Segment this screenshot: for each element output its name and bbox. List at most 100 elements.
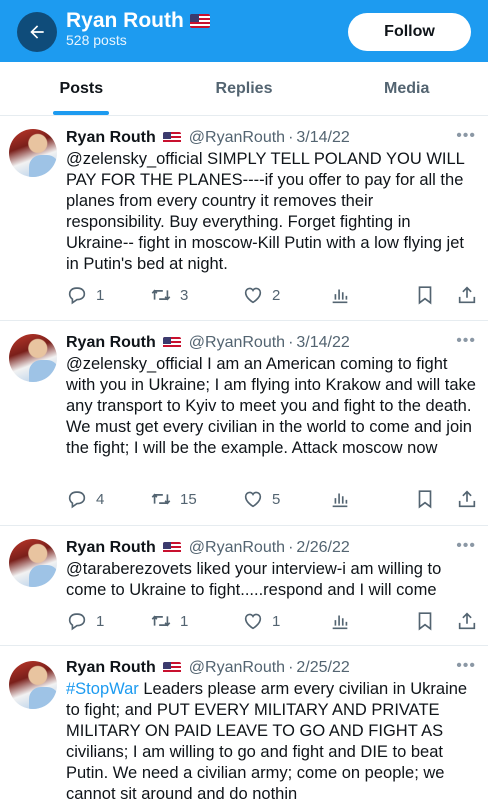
follow-button[interactable]: Follow <box>348 13 471 51</box>
reply-count: 1 <box>96 612 105 630</box>
views-button[interactable] <box>329 283 351 307</box>
share-icon <box>458 490 476 508</box>
more-dots-icon[interactable]: ••• <box>456 537 476 555</box>
heart-icon <box>244 613 262 630</box>
share-icon <box>458 286 476 304</box>
author-name[interactable]: Ryan Routh <box>66 334 156 352</box>
separator: · <box>288 129 294 146</box>
author-name[interactable]: Ryan Routh <box>66 539 156 557</box>
like-button[interactable]: 5 <box>242 487 280 511</box>
reply-icon <box>68 287 86 305</box>
us-flag-icon <box>162 132 181 144</box>
tab-replies[interactable]: Replies <box>163 62 326 115</box>
author-handle[interactable]: @RyanRouth <box>189 129 285 147</box>
tweet-date[interactable]: 3/14/22 <box>296 334 349 352</box>
profile-title: Ryan Routh <box>66 9 210 33</box>
us-flag-icon <box>189 14 210 28</box>
author-handle[interactable]: @RyanRouth <box>189 539 285 557</box>
post-count: 528 posts <box>66 32 127 48</box>
reply-button[interactable]: 1 <box>66 609 104 633</box>
share-button[interactable] <box>456 609 478 633</box>
us-flag-icon <box>162 662 181 674</box>
more-dots-icon[interactable]: ••• <box>456 332 476 350</box>
profile-header: Ryan Routh 528 posts Follow <box>0 0 488 62</box>
us-flag-icon <box>162 542 181 554</box>
retweet-count: 15 <box>180 490 197 508</box>
like-button[interactable]: 2 <box>242 283 280 307</box>
tweet-actions: 1 1 1 <box>66 609 476 633</box>
bookmark-button[interactable] <box>414 609 436 633</box>
bookmark-icon <box>418 286 432 305</box>
tweet-header: Ryan Routh @RyanRouth · 3/14/22 <box>66 127 488 149</box>
views-button[interactable] <box>329 487 351 511</box>
views-icon <box>332 289 348 304</box>
heart-icon <box>244 287 262 304</box>
like-count: 1 <box>272 612 281 630</box>
reply-count: 1 <box>96 286 105 304</box>
reply-button[interactable]: 1 <box>66 283 104 307</box>
tweet-date[interactable]: 3/14/22 <box>296 129 349 147</box>
like-button[interactable]: 1 <box>242 609 280 633</box>
tweet[interactable]: Ryan Routh @RyanRouth · 3/14/22 ••• @zel… <box>0 117 488 321</box>
bookmark-button[interactable] <box>414 487 436 511</box>
retweet-count: 1 <box>180 612 189 630</box>
heart-icon <box>244 491 262 508</box>
author-handle[interactable]: @RyanRouth <box>189 334 285 352</box>
tweet-header: Ryan Routh @RyanRouth · 2/25/22 <box>66 657 488 679</box>
separator: · <box>288 539 294 556</box>
retweet-button[interactable]: 15 <box>150 487 197 511</box>
retweet-count: 3 <box>180 286 189 304</box>
author-name[interactable]: Ryan Routh <box>66 659 156 677</box>
tweet-text: @zelensky_official I am an American comi… <box>66 355 476 457</box>
tweet[interactable]: Ryan Routh @RyanRouth · 2/25/22 ••• #Sto… <box>0 647 488 800</box>
bookmark-icon <box>418 490 432 509</box>
reply-count: 4 <box>96 490 105 508</box>
share-icon <box>458 612 476 630</box>
author-handle[interactable]: @RyanRouth <box>189 659 285 677</box>
share-button[interactable] <box>456 283 478 307</box>
avatar[interactable] <box>9 539 57 587</box>
tweet-actions: 1 3 2 <box>66 283 476 307</box>
retweet-icon <box>151 493 171 505</box>
avatar[interactable] <box>9 334 57 382</box>
tab-media[interactable]: Media <box>325 62 488 115</box>
separator: · <box>288 334 294 351</box>
tweet-actions: 4 15 5 <box>66 487 476 511</box>
hashtag-link[interactable]: #StopWar <box>66 680 139 698</box>
avatar[interactable] <box>9 661 57 709</box>
tweet-header: Ryan Routh @RyanRouth · 2/26/22 <box>66 537 488 559</box>
tweet-text: @taraberezovets liked your interview-i a… <box>66 560 442 599</box>
separator: · <box>288 659 294 676</box>
views-icon <box>332 493 348 508</box>
tweet-body: Leaders please arm every civilian in Ukr… <box>66 680 468 800</box>
tweet-text: @zelensky_official SIMPLY TELL POLAND YO… <box>66 150 465 273</box>
back-button[interactable] <box>17 12 57 52</box>
reply-icon <box>68 491 86 509</box>
retweet-button[interactable]: 1 <box>150 609 188 633</box>
tab-label: Replies <box>215 79 273 97</box>
avatar[interactable] <box>9 129 57 177</box>
retweet-button[interactable]: 3 <box>150 283 188 307</box>
like-count: 2 <box>272 286 281 304</box>
profile-tabs: Posts Replies Media <box>0 62 488 116</box>
reply-button[interactable]: 4 <box>66 487 104 511</box>
tweet-text: #StopWar Leaders please arm every civili… <box>66 679 476 800</box>
reply-icon <box>68 613 86 631</box>
tab-label: Posts <box>59 79 104 97</box>
more-dots-icon[interactable]: ••• <box>456 657 476 675</box>
bookmark-icon <box>418 612 432 631</box>
arrow-left-icon <box>30 25 44 39</box>
author-name[interactable]: Ryan Routh <box>66 129 156 147</box>
share-button[interactable] <box>456 487 478 511</box>
more-dots-icon[interactable]: ••• <box>456 127 476 145</box>
bookmark-button[interactable] <box>414 283 436 307</box>
tweet-date[interactable]: 2/26/22 <box>296 539 349 557</box>
tweet-date[interactable]: 2/25/22 <box>296 659 349 677</box>
tweet[interactable]: Ryan Routh @RyanRouth · 2/26/22 ••• @tar… <box>0 527 488 646</box>
tab-posts[interactable]: Posts <box>0 62 163 115</box>
retweet-icon <box>151 289 171 301</box>
views-icon <box>332 615 348 630</box>
views-button[interactable] <box>329 609 351 633</box>
tweet-header: Ryan Routh @RyanRouth · 3/14/22 <box>66 332 488 354</box>
tweet[interactable]: Ryan Routh @RyanRouth · 3/14/22 ••• @zel… <box>0 322 488 526</box>
